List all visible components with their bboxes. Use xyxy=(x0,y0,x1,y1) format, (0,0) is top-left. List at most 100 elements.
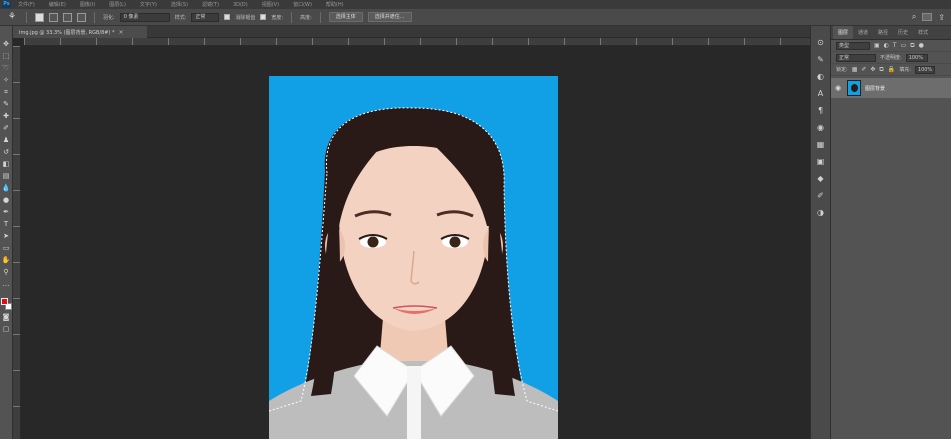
color-swatches[interactable] xyxy=(0,298,12,310)
selection-marquee xyxy=(269,107,558,412)
history-brush-icon[interactable]: ↺ xyxy=(2,148,11,157)
new-selection-icon[interactable] xyxy=(35,12,44,22)
filter-toggle-icon[interactable]: ● xyxy=(919,42,924,49)
layer-name[interactable]: 图层背景 xyxy=(865,85,885,92)
subtract-from-selection-icon[interactable] xyxy=(63,12,72,22)
add-to-selection-icon[interactable] xyxy=(49,12,58,22)
layer-thumbnail xyxy=(847,80,861,96)
style-select[interactable]: 正常 xyxy=(191,12,220,22)
paragraph-icon[interactable]: ¶ xyxy=(816,106,825,115)
tab-paths[interactable]: 路径 xyxy=(873,29,893,39)
fill-label: 填充: xyxy=(899,67,911,73)
foreground-color-swatch[interactable] xyxy=(0,298,8,305)
opacity-label: 不透明度: xyxy=(880,55,902,61)
filter-adjustment-icon[interactable]: ◐ xyxy=(884,42,889,49)
menu-layer[interactable]: 图层(L) xyxy=(109,1,126,8)
lasso-tool-icon[interactable]: ➰ xyxy=(2,64,11,73)
menu-select[interactable]: 选择(S) xyxy=(171,1,188,8)
character-icon[interactable]: A xyxy=(816,89,825,98)
close-icon[interactable]: × xyxy=(119,29,124,36)
properties-icon[interactable]: ✎ xyxy=(816,55,825,64)
history-icon[interactable]: ⊙ xyxy=(816,38,825,47)
adjustments-icon[interactable]: ◐ xyxy=(816,72,825,81)
healing-brush-icon[interactable]: ✚ xyxy=(2,112,11,121)
search-icon[interactable]: ⌕ xyxy=(912,12,916,22)
marquee-tool-icon[interactable]: ⬚ xyxy=(2,52,11,61)
horizontal-ruler[interactable] xyxy=(24,38,810,46)
options-right-controls: ⌕ ⇪ xyxy=(912,12,945,22)
libraries-icon[interactable]: ▣ xyxy=(816,157,825,166)
swatches-icon[interactable]: ▦ xyxy=(816,140,825,149)
menu-3d[interactable]: 3D(D) xyxy=(233,2,248,8)
magic-wand-icon[interactable]: ✧ xyxy=(2,76,11,85)
divider xyxy=(291,11,293,23)
styles-icon[interactable]: ◆ xyxy=(816,174,825,183)
color-icon[interactable]: ◉ xyxy=(816,123,825,132)
menu-view[interactable]: 视图(V) xyxy=(262,1,279,8)
document-tab[interactable]: Img.jpg @ 33.3% (图层背景, RGB/8#) * × xyxy=(13,26,147,38)
menu-edit[interactable]: 编辑(E) xyxy=(49,1,66,8)
vertical-ruler[interactable] xyxy=(13,46,21,439)
fill-input[interactable]: 100% xyxy=(914,65,935,74)
lock-position-icon[interactable]: ✥ xyxy=(870,66,875,73)
layers-panel: 图层 通道 路径 历史 样式 类型 ▣ ◐ T ▭ ⧉ ● 正常 不透明度: 1… xyxy=(831,26,951,439)
magic-wand-tool-icon[interactable]: ⚘ xyxy=(6,11,18,23)
menu-window[interactable]: 窗口(W) xyxy=(293,1,312,8)
move-tool-icon[interactable]: ✥ xyxy=(2,40,11,49)
filter-pixel-icon[interactable]: ▣ xyxy=(874,42,880,49)
zoom-tool-icon[interactable]: ⚲ xyxy=(2,268,11,277)
style-label: 样式: xyxy=(174,14,187,21)
shape-tool-icon[interactable]: ▭ xyxy=(2,244,11,253)
brush-tool-icon[interactable]: ✐ xyxy=(2,124,11,133)
filter-shape-icon[interactable]: ▭ xyxy=(901,42,907,49)
antialias-checkbox[interactable] xyxy=(224,14,231,20)
tab-history[interactable]: 历史 xyxy=(893,29,913,39)
tab-styles[interactable]: 样式 xyxy=(913,29,933,39)
dodge-tool-icon[interactable]: ● xyxy=(2,196,11,205)
menu-bar: Ps 文件(F) 编辑(E) 图像(I) 图层(L) 文字(Y) 选择(S) 滤… xyxy=(0,0,951,9)
crop-tool-icon[interactable]: ⌗ xyxy=(2,88,11,97)
hand-tool-icon[interactable]: ✋ xyxy=(2,256,11,265)
opacity-input[interactable]: 100% xyxy=(905,53,928,62)
document-tab-bar: Img.jpg @ 33.3% (图层背景, RGB/8#) * × xyxy=(13,26,810,38)
tab-channels[interactable]: 通道 xyxy=(853,29,873,39)
screen-mode-icon[interactable]: ▢ xyxy=(2,325,11,334)
brush-settings-icon[interactable]: ✐ xyxy=(816,191,825,200)
menu-type[interactable]: 文字(Y) xyxy=(140,1,157,8)
filter-smart-object-icon[interactable]: ⧉ xyxy=(910,42,914,50)
eraser-tool-icon[interactable]: ◧ xyxy=(2,160,11,169)
width-label: 宽度: xyxy=(271,14,284,21)
width-lock-checkbox[interactable] xyxy=(260,14,267,20)
menu-image[interactable]: 图像(I) xyxy=(80,1,95,8)
tab-layers[interactable]: 图层 xyxy=(833,26,854,39)
kind-filter-select[interactable]: 类型 xyxy=(836,41,870,50)
menu-file[interactable]: 文件(F) xyxy=(18,1,35,8)
menu-filter[interactable]: 滤镜(T) xyxy=(202,1,219,8)
workspace-icon[interactable] xyxy=(922,13,933,21)
menu-help[interactable]: 帮助(H) xyxy=(326,1,344,8)
blend-mode-select[interactable]: 正常 xyxy=(836,53,876,62)
lock-all-icon[interactable]: 🔒 xyxy=(888,66,895,73)
select-subject-button[interactable]: 选择主体 xyxy=(328,12,363,22)
blur-tool-icon[interactable]: 💧 xyxy=(2,184,11,193)
filter-type-icon[interactable]: T xyxy=(893,42,897,49)
share-icon[interactable]: ⇪ xyxy=(938,13,945,22)
lock-pixels-icon[interactable]: ▦ xyxy=(852,66,858,73)
feather-input[interactable]: 0 像素 xyxy=(119,12,170,22)
intersect-selection-icon[interactable] xyxy=(77,12,86,22)
more-tools-icon[interactable]: … xyxy=(2,280,11,289)
quick-mask-icon[interactable]: ◙ xyxy=(2,313,11,322)
visibility-eye-icon[interactable]: ◉ xyxy=(835,84,843,92)
gradient-tool-icon[interactable]: ▤ xyxy=(2,172,11,181)
path-selection-icon[interactable]: ➤ xyxy=(2,232,11,241)
type-tool-icon[interactable]: T xyxy=(2,220,11,229)
layer-item[interactable]: ◉ 图层背景 xyxy=(831,78,951,98)
pen-tool-icon[interactable]: ✒ xyxy=(2,208,11,217)
lock-brush-icon[interactable]: ✐ xyxy=(861,66,866,73)
eyedropper-tool-icon[interactable]: ✎ xyxy=(2,100,11,109)
blend-row: 正常 不透明度: 100% xyxy=(831,52,951,64)
clone-stamp-icon[interactable]: ♟ xyxy=(2,136,11,145)
lock-artboard-icon[interactable]: ⧉ xyxy=(879,66,883,74)
select-and-mask-button[interactable]: 选择并遮住... xyxy=(367,12,412,22)
layer-comps-icon[interactable]: ◑ xyxy=(816,208,825,217)
